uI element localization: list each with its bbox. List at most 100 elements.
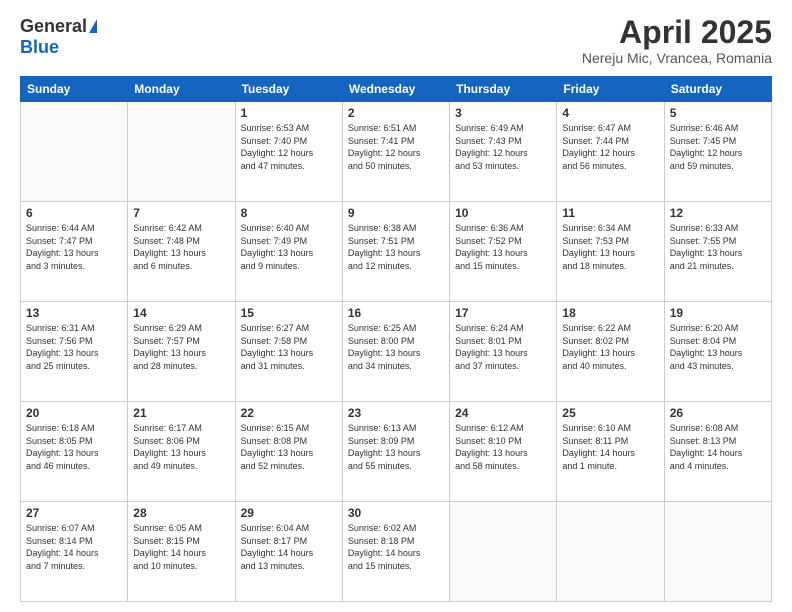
day-info: Sunrise: 6:34 AM Sunset: 7:53 PM Dayligh… (562, 222, 658, 272)
day-number: 17 (455, 306, 551, 320)
day-info: Sunrise: 6:24 AM Sunset: 8:01 PM Dayligh… (455, 322, 551, 372)
day-number: 6 (26, 206, 122, 220)
calendar-cell: 16 Sunrise: 6:25 AM Sunset: 8:00 PM Dayli… (342, 302, 449, 402)
calendar-cell (664, 502, 771, 602)
day-number: 18 (562, 306, 658, 320)
calendar-cell: 2 Sunrise: 6:51 AM Sunset: 7:41 PM Daylig… (342, 102, 449, 202)
calendar-cell: 8 Sunrise: 6:40 AM Sunset: 7:49 PM Daylig… (235, 202, 342, 302)
day-info: Sunrise: 6:51 AM Sunset: 7:41 PM Dayligh… (348, 122, 444, 172)
day-info: Sunrise: 6:42 AM Sunset: 7:48 PM Dayligh… (133, 222, 229, 272)
calendar-cell: 29 Sunrise: 6:04 AM Sunset: 8:17 PM Dayli… (235, 502, 342, 602)
calendar-week-row: 20 Sunrise: 6:18 AM Sunset: 8:05 PM Dayli… (21, 402, 772, 502)
day-info: Sunrise: 6:49 AM Sunset: 7:43 PM Dayligh… (455, 122, 551, 172)
calendar-cell: 30 Sunrise: 6:02 AM Sunset: 8:18 PM Dayli… (342, 502, 449, 602)
calendar-cell: 15 Sunrise: 6:27 AM Sunset: 7:58 PM Dayli… (235, 302, 342, 402)
day-number: 24 (455, 406, 551, 420)
day-number: 7 (133, 206, 229, 220)
day-number: 23 (348, 406, 444, 420)
day-number: 16 (348, 306, 444, 320)
day-info: Sunrise: 6:12 AM Sunset: 8:10 PM Dayligh… (455, 422, 551, 472)
day-number: 9 (348, 206, 444, 220)
weekday-header-wednesday: Wednesday (342, 77, 449, 102)
day-info: Sunrise: 6:25 AM Sunset: 8:00 PM Dayligh… (348, 322, 444, 372)
calendar-cell: 1Sunrise: 6:53 AM Sunset: 7:40 PM Daylig… (235, 102, 342, 202)
day-info: Sunrise: 6:27 AM Sunset: 7:58 PM Dayligh… (241, 322, 337, 372)
day-info: Sunrise: 6:15 AM Sunset: 8:08 PM Dayligh… (241, 422, 337, 472)
day-number: 11 (562, 206, 658, 220)
calendar-cell: 9 Sunrise: 6:38 AM Sunset: 7:51 PM Daylig… (342, 202, 449, 302)
day-info: Sunrise: 6:33 AM Sunset: 7:55 PM Dayligh… (670, 222, 766, 272)
day-number: 1 (241, 106, 337, 120)
day-info: Sunrise: 6:40 AM Sunset: 7:49 PM Dayligh… (241, 222, 337, 272)
calendar-cell: 3 Sunrise: 6:49 AM Sunset: 7:43 PM Daylig… (450, 102, 557, 202)
logo-blue-text: Blue (20, 37, 59, 58)
day-info: Sunrise: 6:08 AM Sunset: 8:13 PM Dayligh… (670, 422, 766, 472)
calendar-cell: 25 Sunrise: 6:10 AM Sunset: 8:11 PM Dayli… (557, 402, 664, 502)
calendar-cell (128, 102, 235, 202)
day-info: Sunrise: 6:05 AM Sunset: 8:15 PM Dayligh… (133, 522, 229, 572)
calendar-cell: 14 Sunrise: 6:29 AM Sunset: 7:57 PM Dayli… (128, 302, 235, 402)
day-number: 4 (562, 106, 658, 120)
day-number: 27 (26, 506, 122, 520)
calendar-cell: 26 Sunrise: 6:08 AM Sunset: 8:13 PM Dayli… (664, 402, 771, 502)
day-number: 15 (241, 306, 337, 320)
day-number: 3 (455, 106, 551, 120)
logo-general-text: General (20, 16, 87, 37)
day-info: Sunrise: 6:44 AM Sunset: 7:47 PM Dayligh… (26, 222, 122, 272)
calendar-cell: 18 Sunrise: 6:22 AM Sunset: 8:02 PM Dayli… (557, 302, 664, 402)
day-number: 5 (670, 106, 766, 120)
day-number: 29 (241, 506, 337, 520)
day-info: Sunrise: 6:46 AM Sunset: 7:45 PM Dayligh… (670, 122, 766, 172)
calendar-header-row: SundayMondayTuesdayWednesdayThursdayFrid… (21, 77, 772, 102)
calendar-cell: 22 Sunrise: 6:15 AM Sunset: 8:08 PM Dayli… (235, 402, 342, 502)
day-number: 10 (455, 206, 551, 220)
calendar-cell: 4Sunrise: 6:47 AM Sunset: 7:44 PM Daylig… (557, 102, 664, 202)
day-number: 13 (26, 306, 122, 320)
day-info: Sunrise: 6:02 AM Sunset: 8:18 PM Dayligh… (348, 522, 444, 572)
calendar-week-row: 6 Sunrise: 6:44 AM Sunset: 7:47 PM Daylig… (21, 202, 772, 302)
day-number: 30 (348, 506, 444, 520)
weekday-header-tuesday: Tuesday (235, 77, 342, 102)
day-number: 8 (241, 206, 337, 220)
month-title: April 2025 (582, 16, 772, 48)
day-info: Sunrise: 6:04 AM Sunset: 8:17 PM Dayligh… (241, 522, 337, 572)
day-info: Sunrise: 6:10 AM Sunset: 8:11 PM Dayligh… (562, 422, 658, 472)
day-number: 22 (241, 406, 337, 420)
calendar-cell: 17 Sunrise: 6:24 AM Sunset: 8:01 PM Dayli… (450, 302, 557, 402)
header-right: April 2025 Nereju Mic, Vrancea, Romania (582, 16, 772, 66)
day-number: 14 (133, 306, 229, 320)
day-number: 2 (348, 106, 444, 120)
day-info: Sunrise: 6:20 AM Sunset: 8:04 PM Dayligh… (670, 322, 766, 372)
day-number: 20 (26, 406, 122, 420)
day-info: Sunrise: 6:07 AM Sunset: 8:14 PM Dayligh… (26, 522, 122, 572)
day-info: Sunrise: 6:17 AM Sunset: 8:06 PM Dayligh… (133, 422, 229, 472)
logo: General Blue (20, 16, 97, 58)
weekday-header-saturday: Saturday (664, 77, 771, 102)
calendar-cell (450, 502, 557, 602)
calendar-table: SundayMondayTuesdayWednesdayThursdayFrid… (20, 76, 772, 602)
calendar-cell: 7 Sunrise: 6:42 AM Sunset: 7:48 PM Daylig… (128, 202, 235, 302)
day-number: 19 (670, 306, 766, 320)
calendar-cell: 20 Sunrise: 6:18 AM Sunset: 8:05 PM Dayli… (21, 402, 128, 502)
day-info: Sunrise: 6:22 AM Sunset: 8:02 PM Dayligh… (562, 322, 658, 372)
calendar-cell: 13Sunrise: 6:31 AM Sunset: 7:56 PM Dayli… (21, 302, 128, 402)
weekday-header-thursday: Thursday (450, 77, 557, 102)
calendar-cell (21, 102, 128, 202)
weekday-header-sunday: Sunday (21, 77, 128, 102)
day-info: Sunrise: 6:36 AM Sunset: 7:52 PM Dayligh… (455, 222, 551, 272)
calendar-cell: 12Sunrise: 6:33 AM Sunset: 7:55 PM Dayli… (664, 202, 771, 302)
page: General Blue April 2025 Nereju Mic, Vran… (0, 0, 792, 612)
calendar-cell: 27 Sunrise: 6:07 AM Sunset: 8:14 PM Dayli… (21, 502, 128, 602)
calendar-cell: 28 Sunrise: 6:05 AM Sunset: 8:15 PM Dayli… (128, 502, 235, 602)
day-info: Sunrise: 6:18 AM Sunset: 8:05 PM Dayligh… (26, 422, 122, 472)
calendar-cell: 23 Sunrise: 6:13 AM Sunset: 8:09 PM Dayli… (342, 402, 449, 502)
calendar-cell: 19 Sunrise: 6:20 AM Sunset: 8:04 PM Dayli… (664, 302, 771, 402)
day-number: 25 (562, 406, 658, 420)
day-info: Sunrise: 6:13 AM Sunset: 8:09 PM Dayligh… (348, 422, 444, 472)
calendar-week-row: 27 Sunrise: 6:07 AM Sunset: 8:14 PM Dayli… (21, 502, 772, 602)
day-info: Sunrise: 6:38 AM Sunset: 7:51 PM Dayligh… (348, 222, 444, 272)
day-number: 28 (133, 506, 229, 520)
day-number: 26 (670, 406, 766, 420)
calendar-cell: 6 Sunrise: 6:44 AM Sunset: 7:47 PM Daylig… (21, 202, 128, 302)
day-info: Sunrise: 6:29 AM Sunset: 7:57 PM Dayligh… (133, 322, 229, 372)
